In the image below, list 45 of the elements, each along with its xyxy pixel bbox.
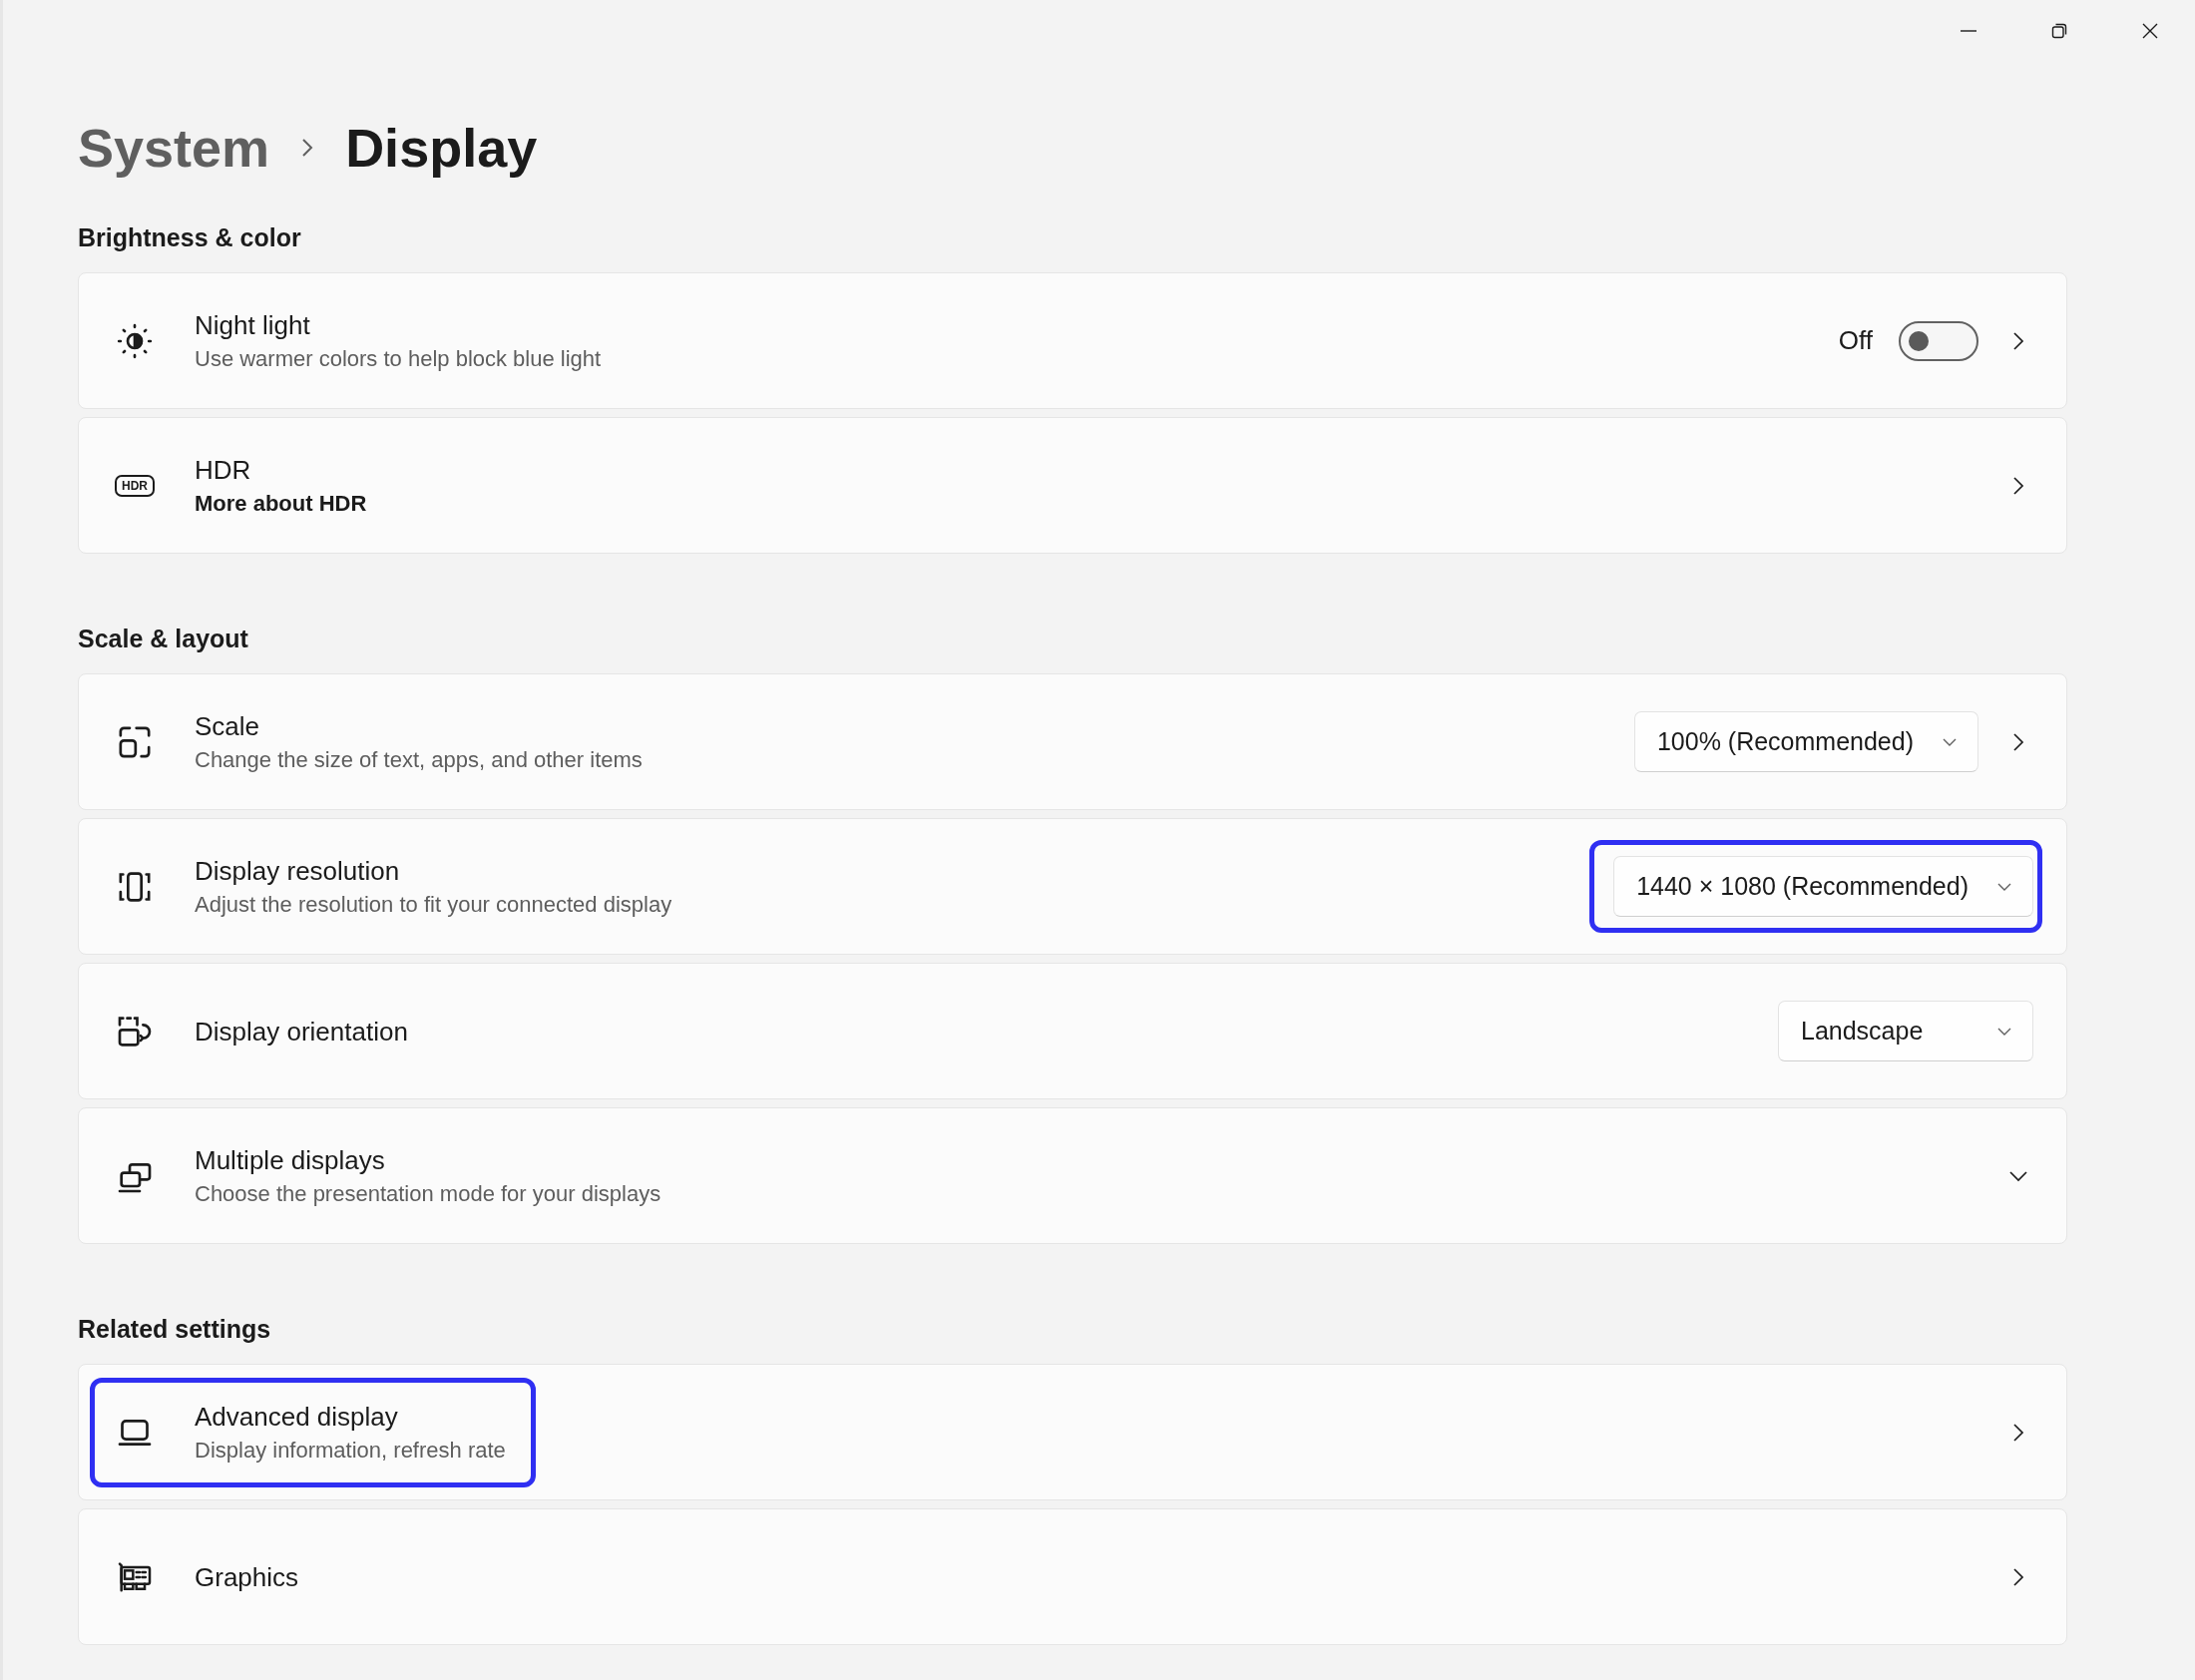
- dropdown[interactable]: Landscape: [1778, 1001, 2033, 1061]
- chevron-right-icon[interactable]: [2011, 730, 2025, 753]
- settings-card[interactable]: HDR HDR More about HDR: [78, 417, 2067, 554]
- settings-card[interactable]: Multiple displays Choose the presentation mode for your displays: [78, 1107, 2067, 1244]
- chevron-right-icon[interactable]: [2011, 1421, 2025, 1444]
- settings-card[interactable]: Night light Use warmer colors to help block blue light Off: [78, 272, 2067, 409]
- setting-description: Choose the presentation mode for your displays: [195, 1179, 661, 1208]
- settings-card[interactable]: Advanced display Display information, refresh rate: [78, 1364, 2067, 1500]
- section-heading: Scale & layout: [78, 624, 249, 654]
- setting-title: Display resolution: [195, 854, 401, 887]
- close-icon: [2140, 22, 2159, 40]
- settings-card[interactable]: Scale Change the size of text, apps, and other items 100% (Recommended): [78, 673, 2067, 810]
- chevron-right-icon[interactable]: [2011, 474, 2025, 497]
- page-title: Display: [345, 116, 538, 179]
- setting-title: HDR: [195, 453, 252, 486]
- section-heading: Related settings: [78, 1314, 272, 1345]
- setting-description: Adjust the resolution to fit your connected display: [195, 890, 672, 919]
- caret-icon: [1996, 881, 2012, 892]
- section-heading: Brightness & color: [78, 222, 302, 253]
- chevron-right-icon[interactable]: [2011, 329, 2025, 352]
- setting-description: Use warmer colors to help block blue light: [195, 344, 602, 373]
- caret-icon: [1942, 736, 1958, 747]
- settings-card[interactable]: Graphics: [78, 1508, 2067, 1645]
- hdr-badge: HDR: [115, 474, 155, 497]
- restore-icon: [2049, 22, 2068, 40]
- setting-title: Display orientation: [195, 1015, 408, 1048]
- setting-description: Change the size of text, apps, and other items: [195, 745, 643, 774]
- chevron-right-icon[interactable]: [2011, 1565, 2025, 1588]
- dropdown[interactable]: 1440 × 1080 (Recommended): [1613, 856, 2033, 917]
- dropdown[interactable]: 100% (Recommended): [1633, 711, 1978, 772]
- caret-icon: [1996, 1026, 2012, 1037]
- settings-card[interactable]: Display orientation Landscape: [78, 963, 2067, 1099]
- setting-title: Scale: [195, 709, 261, 742]
- chevron-down-icon[interactable]: [2007, 1168, 2029, 1183]
- setting-title: Multiple displays: [195, 1143, 386, 1176]
- minimize-icon: [1960, 30, 1976, 32]
- setting-link[interactable]: More about HDR: [195, 489, 367, 518]
- toggle-switch[interactable]: [1899, 320, 1978, 361]
- setting-title: Graphics: [195, 1560, 299, 1593]
- breadcrumb-parent[interactable]: System: [78, 116, 270, 179]
- settings-card[interactable]: Display resolution Adjust the resolution to fit your connected display 1440 × 1080 (Recommended): [78, 818, 2067, 955]
- setting-title: Night light: [195, 308, 311, 341]
- setting-title: Advanced display: [195, 1400, 399, 1433]
- toggle-state-label: Off: [1838, 325, 1873, 356]
- setting-description: Display information, refresh rate: [195, 1436, 506, 1465]
